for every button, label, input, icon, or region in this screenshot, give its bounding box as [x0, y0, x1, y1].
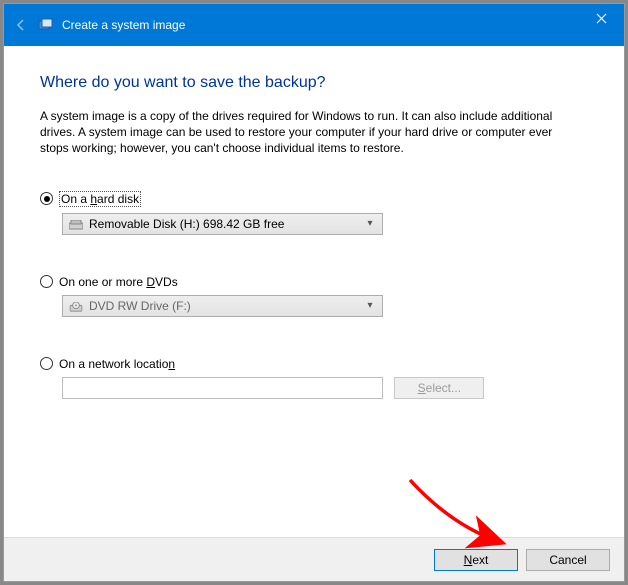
radio-dvds[interactable]: On one or more DVDs	[40, 275, 588, 289]
radio-label-network: On a network location	[59, 357, 175, 371]
content-area: Where do you want to save the backup? A …	[4, 46, 624, 537]
dvd-selected: DVD RW Drive (F:)	[89, 299, 356, 313]
chevron-down-icon: ▾	[362, 218, 378, 229]
back-button[interactable]	[4, 4, 38, 46]
radio-label-dvds: On one or more DVDs	[59, 275, 178, 289]
option-network: On a network location Select...	[40, 357, 588, 399]
window-frame: Create a system image Where do you want …	[3, 3, 625, 582]
radio-network[interactable]: On a network location	[40, 357, 588, 371]
radio-icon	[40, 357, 53, 370]
removable-disk-icon	[69, 219, 83, 229]
footer-bar: Next Cancel	[4, 537, 624, 581]
page-heading: Where do you want to save the backup?	[40, 74, 588, 92]
dvd-drive-icon	[69, 301, 83, 311]
app-icon	[38, 17, 54, 33]
radio-label-hard-disk: On a hard disk	[59, 191, 141, 207]
close-icon	[596, 13, 607, 24]
cancel-button[interactable]: Cancel	[526, 549, 610, 571]
network-row: Select...	[40, 377, 588, 399]
dvd-dropdown[interactable]: DVD RW Drive (F:) ▾	[62, 295, 383, 317]
hard-disk-selected: Removable Disk (H:) 698.42 GB free	[89, 217, 356, 231]
title-bar: Create a system image	[4, 4, 624, 46]
radio-icon	[40, 275, 53, 288]
page-description: A system image is a copy of the drives r…	[40, 108, 580, 157]
radio-hard-disk[interactable]: On a hard disk	[40, 191, 588, 207]
back-arrow-icon	[13, 17, 29, 33]
select-network-button: Select...	[394, 377, 484, 399]
hard-disk-dropdown[interactable]: Removable Disk (H:) 698.42 GB free ▾	[62, 213, 383, 235]
window-title: Create a system image	[62, 18, 185, 32]
option-hard-disk: On a hard disk Removable Disk (H:) 698.4…	[40, 191, 588, 235]
option-dvds: On one or more DVDs DVD RW Drive (F:) ▾	[40, 275, 588, 317]
radio-icon	[40, 192, 53, 205]
next-button[interactable]: Next	[434, 549, 518, 571]
close-button[interactable]	[579, 4, 624, 32]
chevron-down-icon: ▾	[362, 300, 378, 311]
network-path-input[interactable]	[62, 377, 383, 399]
